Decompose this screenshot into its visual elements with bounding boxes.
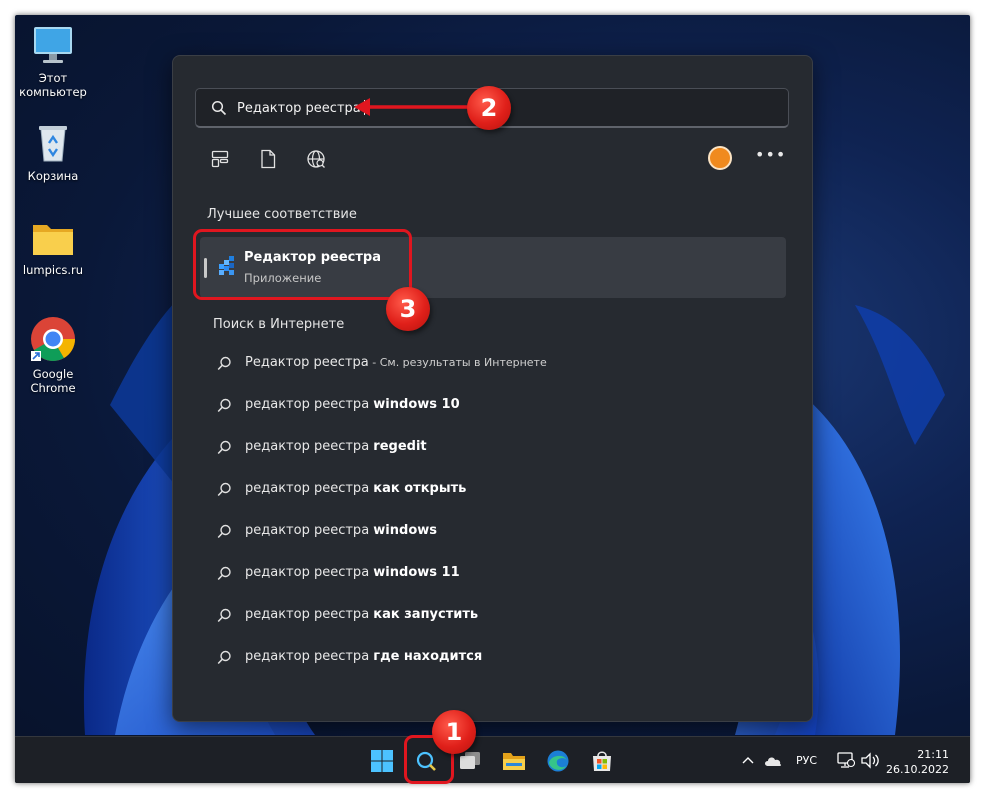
web-result-suffix: regedit bbox=[373, 439, 427, 454]
web-result-text: редактор реестра bbox=[245, 397, 374, 412]
best-match-heading: Лучшее соответствие bbox=[207, 207, 357, 222]
highlight-best-match bbox=[193, 229, 412, 300]
desktop-icon-label: lumpics.ru bbox=[22, 263, 84, 277]
web-filter-icon bbox=[307, 150, 325, 168]
web-search-heading: Поиск в Интернете bbox=[213, 317, 345, 332]
search-query: Редактор реестра bbox=[237, 101, 361, 116]
search-icon bbox=[217, 524, 231, 539]
store-icon bbox=[593, 751, 611, 771]
network-icon[interactable] bbox=[837, 752, 855, 769]
web-result-suffix: windows bbox=[373, 523, 438, 538]
desktop-icon-label: Google bbox=[32, 367, 74, 381]
search-icon bbox=[211, 100, 227, 116]
web-result-suffix: как открыть bbox=[373, 481, 467, 496]
edge-button[interactable] bbox=[543, 746, 573, 776]
search-icon bbox=[217, 482, 231, 497]
filter-documents[interactable] bbox=[257, 148, 279, 170]
start-icon bbox=[371, 750, 393, 772]
web-result-text: редактор реестра bbox=[245, 481, 374, 496]
chevron-up-icon[interactable] bbox=[742, 755, 754, 765]
desktop-icon-label: Chrome bbox=[30, 381, 76, 395]
desktop-icon-label: Корзина bbox=[27, 169, 79, 183]
search-icon bbox=[217, 650, 231, 665]
desktop-icon-label: компьютер bbox=[19, 85, 87, 99]
desktop-icon-lumpics-folder[interactable]: lumpics.ru bbox=[15, 219, 92, 277]
clock-time: 21:11 bbox=[917, 748, 949, 761]
search-icon bbox=[217, 356, 231, 371]
web-result-suffix: - См. результаты в Интернете bbox=[368, 356, 547, 369]
more-options-button[interactable]: ••• bbox=[755, 147, 785, 168]
chrome-icon bbox=[31, 317, 75, 361]
folder-icon bbox=[33, 225, 73, 255]
callout-arrow bbox=[354, 98, 476, 116]
desktop-icon-label: Этот bbox=[38, 71, 68, 85]
desktop-icon-this-pc[interactable]: Этот компьютер bbox=[15, 23, 92, 99]
search-icon bbox=[217, 440, 231, 455]
store-button[interactable] bbox=[587, 746, 617, 776]
web-result-suffix: windows 10 bbox=[373, 397, 460, 412]
desktop-screen: Этот компьютер Корзина lumpics.ru Google… bbox=[15, 15, 970, 783]
apps-filter-icon bbox=[211, 150, 229, 168]
callout-badge-1: 1 bbox=[432, 710, 476, 754]
filter-apps[interactable] bbox=[209, 148, 231, 170]
task-view-icon bbox=[460, 752, 480, 769]
start-button[interactable] bbox=[367, 746, 397, 776]
search-icon bbox=[217, 398, 231, 413]
search-icon bbox=[217, 608, 231, 623]
file-explorer-button[interactable] bbox=[499, 746, 529, 776]
edge-icon bbox=[547, 750, 569, 772]
desktop-icon-recycle-bin[interactable]: Корзина bbox=[15, 121, 92, 183]
taskbar-clock[interactable]: 21:11 26.10.2022 bbox=[879, 747, 949, 777]
user-avatar[interactable] bbox=[708, 146, 732, 170]
clock-date: 26.10.2022 bbox=[886, 763, 949, 776]
filter-web[interactable] bbox=[305, 148, 327, 170]
web-result-text: редактор реестра bbox=[245, 565, 374, 580]
recycle-bin-icon bbox=[39, 126, 67, 162]
file-explorer-icon bbox=[503, 753, 525, 770]
desktop-icon-google-chrome[interactable]: Google Chrome bbox=[15, 315, 92, 395]
web-result-text: Редактор реестра bbox=[245, 355, 369, 370]
web-result-text: редактор реестра bbox=[245, 439, 374, 454]
callout-badge-2: 2 bbox=[467, 86, 511, 130]
web-result-suffix: windows 11 bbox=[373, 565, 460, 580]
monitor-icon bbox=[34, 27, 72, 63]
search-panel: Редактор реестра ••• Лучшее соответствие… bbox=[172, 55, 813, 722]
callout-badge-3: 3 bbox=[386, 287, 430, 331]
volume-icon[interactable] bbox=[860, 752, 880, 769]
web-result-suffix: как запустить bbox=[373, 607, 479, 622]
web-result-suffix: где находится bbox=[373, 649, 483, 664]
web-result-text: редактор реестра bbox=[245, 607, 374, 622]
web-result-text: редактор реестра bbox=[245, 523, 374, 538]
web-result-text: редактор реестра bbox=[245, 649, 374, 664]
cloud-icon[interactable] bbox=[763, 754, 783, 768]
documents-filter-icon bbox=[261, 149, 276, 169]
input-language[interactable]: РУС bbox=[796, 754, 817, 783]
search-icon bbox=[217, 566, 231, 581]
taskbar: РУС 21:11 26.10.2022 bbox=[15, 736, 970, 783]
